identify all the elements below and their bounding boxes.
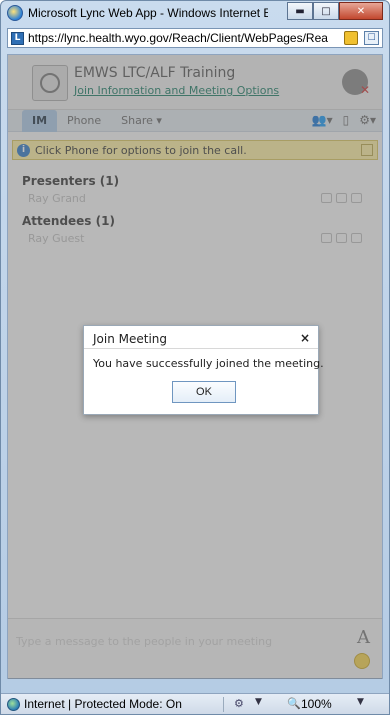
minimize-button[interactable]: ▬ [287, 2, 313, 20]
ie-logo-icon [7, 5, 23, 21]
title-bar[interactable]: Microsoft Lync Web App - Windows Interne… [1, 1, 389, 25]
protected-mode-icon[interactable]: ⚙ [234, 697, 244, 710]
url-text[interactable]: https://lync.health.wyo.gov/Reach/Client… [28, 31, 338, 45]
dialog-title: Join Meeting [93, 332, 168, 346]
chevron-down-icon[interactable]: ▼ [357, 697, 364, 707]
status-divider [223, 697, 224, 712]
modal-overlay-top [8, 55, 382, 268]
browser-window: Microsoft Lync Web App - Windows Interne… [0, 0, 390, 715]
dialog-divider [84, 348, 318, 349]
join-meeting-dialog: Join Meeting × You have successfully joi… [83, 325, 324, 415]
chevron-down-icon[interactable]: ▼ [255, 697, 262, 707]
lync-page-icon: L [11, 31, 24, 45]
compatibility-view-icon[interactable]: ☐ [364, 31, 379, 45]
address-bar[interactable]: L https://lync.health.wyo.gov/Reach/Clie… [7, 28, 383, 48]
security-zone[interactable]: Internet | Protected Mode: On [24, 697, 182, 711]
lock-icon[interactable] [344, 31, 358, 45]
zoom-icon[interactable]: 🔍 [287, 697, 301, 710]
window-title: Microsoft Lync Web App - Windows Interne… [28, 6, 268, 20]
dialog-message: You have successfully joined the meeting… [93, 357, 324, 370]
close-window-button[interactable]: ✕ [339, 2, 383, 20]
status-bar: Internet | Protected Mode: On ⚙ ▼ 🔍 100%… [1, 693, 389, 714]
dialog-close-icon[interactable]: × [300, 331, 310, 345]
window-controls: ▬ □ ✕ [287, 2, 383, 20]
maximize-button[interactable]: □ [313, 2, 339, 20]
zoom-level[interactable]: 100% [301, 697, 332, 711]
ok-button[interactable]: OK [172, 381, 236, 403]
globe-icon [7, 697, 20, 711]
